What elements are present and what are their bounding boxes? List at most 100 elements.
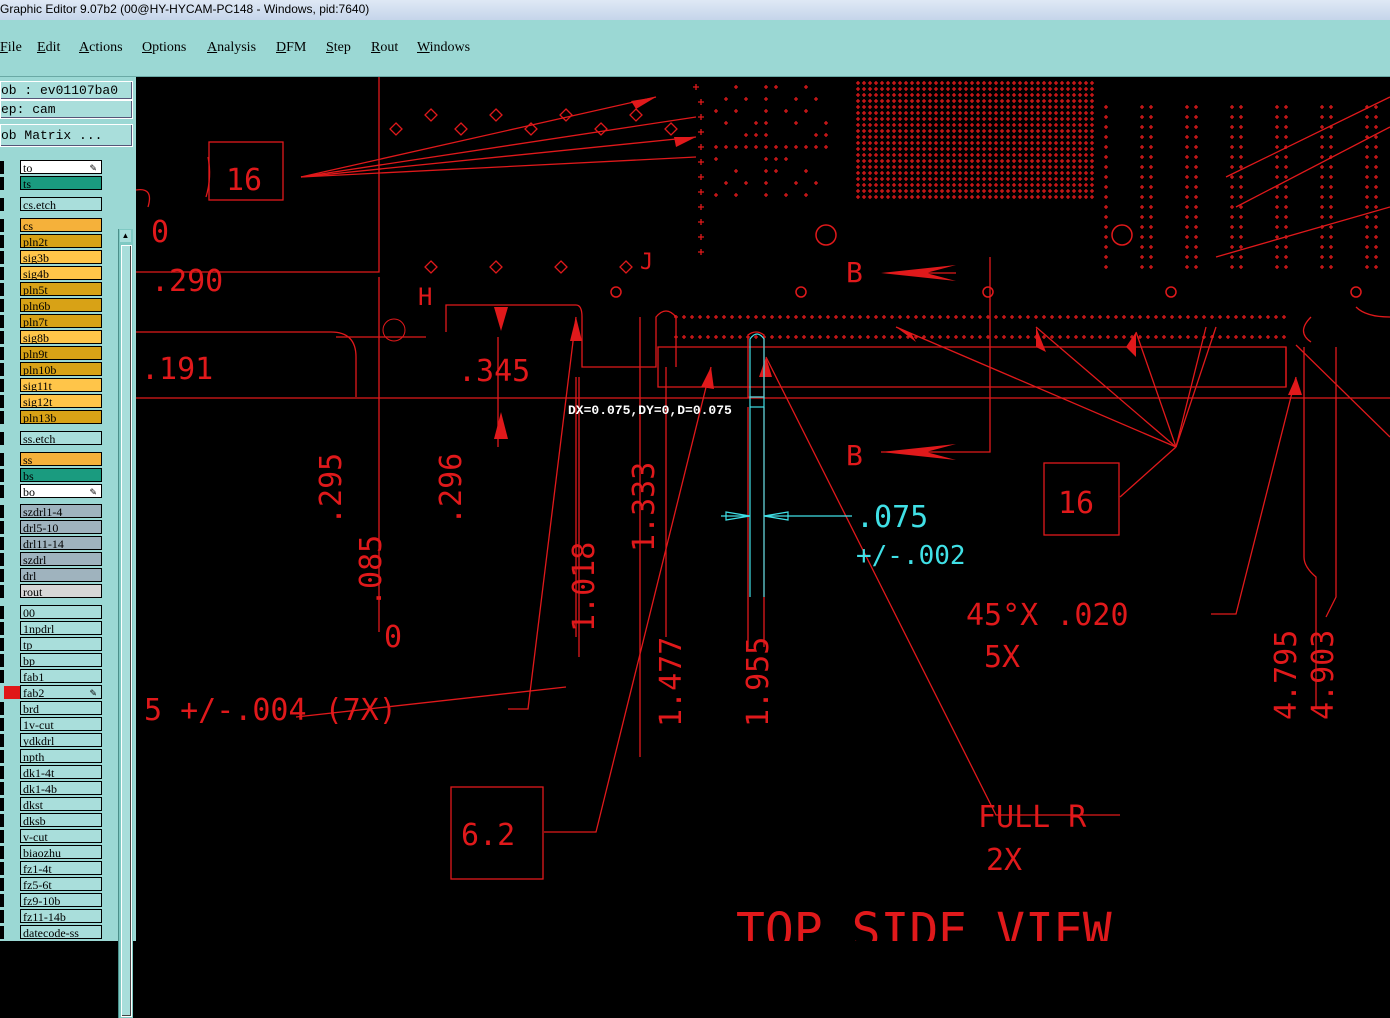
layer-marker[interactable] xyxy=(0,432,4,445)
layer-marker[interactable] xyxy=(0,622,4,635)
layer-row[interactable]: drl5-10 xyxy=(0,520,106,535)
layer-name[interactable]: dk1-4b xyxy=(20,781,102,795)
layer-row[interactable]: dksb xyxy=(0,813,106,828)
layer-marker[interactable] xyxy=(0,219,4,232)
layer-row[interactable]: 1v-cut xyxy=(0,717,106,732)
layer-row[interactable]: bs xyxy=(0,468,106,483)
layer-name[interactable]: brd xyxy=(20,701,102,715)
cad-drawing[interactable]: 16 16 6.2 .290 .191 .345 0 0 5 +/-.004 (… xyxy=(136,77,1390,941)
layer-row[interactable]: ss xyxy=(0,452,106,467)
layer-name[interactable]: to ✎ xyxy=(20,160,102,174)
layer-marker[interactable] xyxy=(0,670,4,683)
layer-name[interactable]: pln2t xyxy=(20,234,102,248)
layer-name[interactable]: pln9t xyxy=(20,346,102,360)
layer-name[interactable]: bo ✎ xyxy=(20,484,102,498)
layer-row[interactable]: npth xyxy=(0,749,106,764)
layer-name[interactable]: sig3b xyxy=(20,250,102,264)
layer-name[interactable]: pln10b xyxy=(20,362,102,376)
layer-marker[interactable] xyxy=(0,862,4,875)
layer-name[interactable]: bs xyxy=(20,468,102,482)
job-matrix-button[interactable]: ob Matrix ... xyxy=(0,124,133,147)
layer-row[interactable]: bp xyxy=(0,653,106,668)
menu-windows[interactable]: Windows xyxy=(417,40,470,56)
layer-name[interactable]: pln7t xyxy=(20,314,102,328)
layer-name[interactable]: cs xyxy=(20,218,102,232)
layer-row[interactable]: dkst xyxy=(0,797,106,812)
layer-row[interactable]: rout xyxy=(0,584,106,599)
layer-name[interactable]: pln6b xyxy=(20,298,102,312)
menu-analysis[interactable]: Analysis xyxy=(207,40,256,56)
layer-name[interactable]: ss.etch xyxy=(20,431,102,445)
layer-row[interactable]: datecode-ss xyxy=(0,925,106,940)
layer-row[interactable]: tp xyxy=(0,637,106,652)
layer-row[interactable]: pln6b xyxy=(0,298,106,313)
layer-marker[interactable] xyxy=(0,846,4,859)
layer-marker[interactable] xyxy=(0,395,4,408)
layer-name[interactable]: szdrl xyxy=(20,552,102,566)
layer-name[interactable]: cs.etch xyxy=(20,197,102,211)
layer-marker[interactable] xyxy=(0,177,4,190)
layer-marker[interactable] xyxy=(0,830,4,843)
layer-name[interactable]: szdrl1-4 xyxy=(20,504,102,518)
scroll-thumb[interactable] xyxy=(121,245,132,1017)
work-layer-arrow-icon[interactable] xyxy=(4,686,20,699)
layer-row[interactable]: fab2 ✎ xyxy=(0,685,106,700)
layer-marker[interactable] xyxy=(0,878,4,891)
layer-row[interactable]: szdrl1-4 xyxy=(0,504,106,519)
layer-name[interactable]: fz9-10b xyxy=(20,893,102,907)
layer-name[interactable]: ss xyxy=(20,452,102,466)
layer-name[interactable]: fz11-14b xyxy=(20,909,102,923)
layer-row[interactable]: pln5t xyxy=(0,282,106,297)
layer-row[interactable]: szdrl xyxy=(0,552,106,567)
layer-name[interactable]: fz1-4t xyxy=(20,861,102,875)
layer-marker[interactable] xyxy=(0,505,4,518)
layer-name[interactable]: v-cut xyxy=(20,829,102,843)
layer-marker[interactable] xyxy=(0,734,4,747)
layer-marker[interactable] xyxy=(0,299,4,312)
layer-marker[interactable] xyxy=(0,750,4,763)
layer-marker[interactable] xyxy=(0,718,4,731)
layer-name[interactable]: fz5-6t xyxy=(20,877,102,891)
layer-marker[interactable] xyxy=(0,267,4,280)
layer-name[interactable]: datecode-ss xyxy=(20,925,102,939)
menu-edit[interactable]: Edit xyxy=(37,40,60,56)
layer-row[interactable]: sig11t xyxy=(0,378,106,393)
layer-scrollbar[interactable]: ▲ xyxy=(118,229,133,1018)
layer-name[interactable]: sig8b xyxy=(20,330,102,344)
graphic-canvas[interactable]: 16 16 6.2 .290 .191 .345 0 0 5 +/-.004 (… xyxy=(136,77,1390,941)
layer-row[interactable]: ss.etch xyxy=(0,431,106,446)
layer-row[interactable]: ts xyxy=(0,176,106,191)
layer-marker[interactable] xyxy=(0,537,4,550)
menu-file[interactable]: File xyxy=(0,40,22,56)
layer-name[interactable]: 00 xyxy=(20,605,102,619)
layer-row[interactable]: drl xyxy=(0,568,106,583)
layer-row[interactable]: fz5-6t xyxy=(0,877,106,892)
layer-name[interactable]: drl11-14 xyxy=(20,536,102,550)
layer-marker[interactable] xyxy=(0,198,4,211)
layer-row[interactable]: sig8b xyxy=(0,330,106,345)
layer-row[interactable]: bo ✎ xyxy=(0,484,106,499)
layer-marker[interactable] xyxy=(0,926,4,939)
layer-name[interactable]: tp xyxy=(20,637,102,651)
layer-name[interactable]: fab1 xyxy=(20,669,102,683)
layer-row[interactable]: sig3b xyxy=(0,250,106,265)
layer-name[interactable]: 1npdrl xyxy=(20,621,102,635)
layer-name[interactable]: npth xyxy=(20,749,102,763)
layer-name[interactable]: rout xyxy=(20,584,102,598)
layer-name[interactable]: bp xyxy=(20,653,102,667)
layer-row[interactable]: pln10b xyxy=(0,362,106,377)
layer-marker[interactable] xyxy=(0,453,4,466)
layer-name[interactable]: 1v-cut xyxy=(20,717,102,731)
layer-row[interactable]: cs xyxy=(0,218,106,233)
layer-row[interactable]: brd xyxy=(0,701,106,716)
layer-row[interactable]: cs.etch xyxy=(0,197,106,212)
layer-marker[interactable] xyxy=(0,798,4,811)
menu-actions[interactable]: Actions xyxy=(79,40,123,56)
layer-marker[interactable] xyxy=(0,521,4,534)
layer-marker[interactable] xyxy=(0,283,4,296)
layer-row[interactable]: drl11-14 xyxy=(0,536,106,551)
layer-name[interactable]: ydkdrl xyxy=(20,733,102,747)
layer-marker[interactable] xyxy=(0,814,4,827)
layer-row[interactable]: ydkdrl xyxy=(0,733,106,748)
layer-marker[interactable] xyxy=(0,251,4,264)
